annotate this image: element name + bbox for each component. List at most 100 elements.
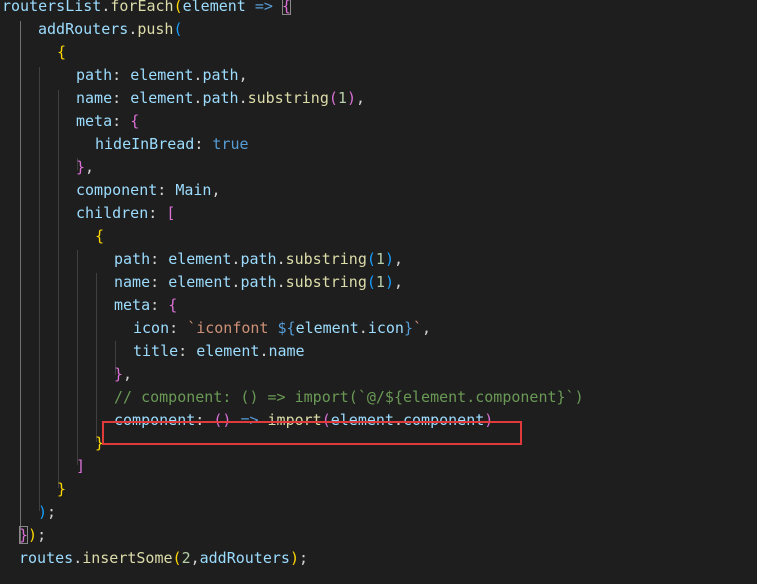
code-line[interactable]: children: [: [76, 202, 175, 225]
code-token: path: [114, 250, 151, 268]
code-token: icon: [133, 319, 170, 337]
code-token: ${: [277, 319, 296, 337]
code-token: .: [358, 319, 368, 337]
code-token: }: [403, 319, 413, 337]
code-token: element: [295, 319, 359, 337]
code-token: 1: [375, 250, 385, 268]
code-line[interactable]: component: Main,: [76, 179, 221, 202]
code-token: ): [38, 503, 48, 521]
code-token: ,: [393, 273, 403, 291]
code-token: forEach: [110, 0, 174, 15]
code-token: =>: [254, 0, 273, 15]
code-token: }: [114, 365, 124, 383]
code-token: element: [168, 273, 232, 291]
code-line[interactable]: icon: `iconfont ${element.icon}`,: [133, 317, 431, 340]
code-token: addRouters: [199, 549, 290, 567]
code-token: substring: [247, 89, 329, 107]
code-line[interactable]: meta: {: [114, 294, 177, 317]
code-token: meta: [76, 112, 113, 130]
code-token: .: [276, 250, 286, 268]
code-token: }: [19, 526, 29, 544]
code-token: :: [148, 204, 167, 222]
indent-guide: [77, 250, 78, 465]
code-token: :: [150, 273, 169, 291]
code-token: [: [166, 204, 176, 222]
code-token: name: [268, 342, 305, 360]
code-line[interactable]: hideInBread: true: [95, 133, 249, 156]
code-line[interactable]: name: element.path.substring(1),: [114, 271, 403, 294]
code-line[interactable]: title: element.name: [133, 340, 305, 363]
code-line[interactable]: path: element.path.substring(1),: [114, 248, 403, 271]
code-line[interactable]: ]: [76, 455, 85, 478]
code-token: path: [202, 66, 239, 84]
code-token: {: [57, 43, 67, 61]
code-token: :: [194, 135, 213, 153]
code-token: element: [130, 89, 194, 107]
code-token: true: [212, 135, 249, 153]
code-line[interactable]: });: [19, 524, 46, 547]
highlight-box: [102, 421, 522, 445]
code-token: element: [182, 0, 246, 15]
code-token: ): [346, 89, 356, 107]
code-token: addRouters: [38, 20, 129, 38]
code-token: meta: [114, 296, 151, 314]
code-token: (: [366, 250, 376, 268]
code-token: }: [57, 480, 67, 498]
code-token: title: [133, 342, 179, 360]
code-token: substring: [285, 250, 367, 268]
indent-guide: [58, 90, 59, 488]
code-token: ,: [238, 66, 248, 84]
code-line[interactable]: name: element.path.substring(1),: [76, 87, 365, 110]
code-token: {: [95, 227, 105, 245]
code-line[interactable]: // component: () => import(`@/${element.…: [114, 386, 584, 409]
indent-guide: [20, 21, 21, 543]
code-line[interactable]: {: [57, 41, 66, 64]
code-line[interactable]: }: [57, 478, 66, 501]
code-line[interactable]: addRouters.push(: [38, 18, 183, 41]
code-token: path: [76, 66, 113, 84]
code-token: :: [157, 181, 176, 199]
code-line[interactable]: {: [95, 225, 104, 248]
indent-guide: [39, 67, 40, 511]
code-token: .: [128, 20, 138, 38]
code-token: :: [178, 342, 197, 360]
code-line[interactable]: },: [76, 156, 94, 179]
code-token: `: [412, 319, 422, 337]
code-token: .: [276, 273, 286, 291]
code-token: (: [172, 549, 182, 567]
code-token: {: [281, 0, 291, 15]
code-token: :: [112, 66, 131, 84]
code-token: :: [112, 112, 131, 130]
code-token: ;: [47, 503, 57, 521]
code-token: component: [76, 181, 158, 199]
code-token: Main: [175, 181, 212, 199]
code-line[interactable]: routes.insertSome(2,addRouters);: [19, 547, 308, 570]
code-token: ,: [123, 365, 133, 383]
code-line[interactable]: );: [38, 501, 56, 524]
code-token: `iconfont: [187, 319, 278, 337]
code-token: routersList: [2, 0, 102, 15]
code-token: ]: [76, 457, 86, 475]
code-token: insertSome: [82, 549, 173, 567]
code-token: .: [73, 549, 83, 567]
code-token: .: [238, 89, 248, 107]
code-line[interactable]: path: element.path,: [76, 64, 248, 87]
code-line[interactable]: },: [114, 363, 132, 386]
code-token: ): [384, 250, 394, 268]
indent-guide: [96, 273, 97, 442]
code-line[interactable]: routersList.forEach(element => {: [2, 0, 291, 18]
code-token: (: [328, 89, 338, 107]
code-token: push: [137, 20, 174, 38]
code-token: (: [173, 20, 183, 38]
code-token: routes: [19, 549, 74, 567]
code-line[interactable]: meta: {: [76, 110, 139, 133]
code-editor[interactable]: routersList.forEach(element => {addRoute…: [0, 0, 757, 584]
code-token: path: [240, 250, 277, 268]
code-token: element: [130, 66, 194, 84]
code-token: {: [168, 296, 178, 314]
code-token: 1: [375, 273, 385, 291]
code-token: ): [384, 273, 394, 291]
code-token: :: [150, 250, 169, 268]
